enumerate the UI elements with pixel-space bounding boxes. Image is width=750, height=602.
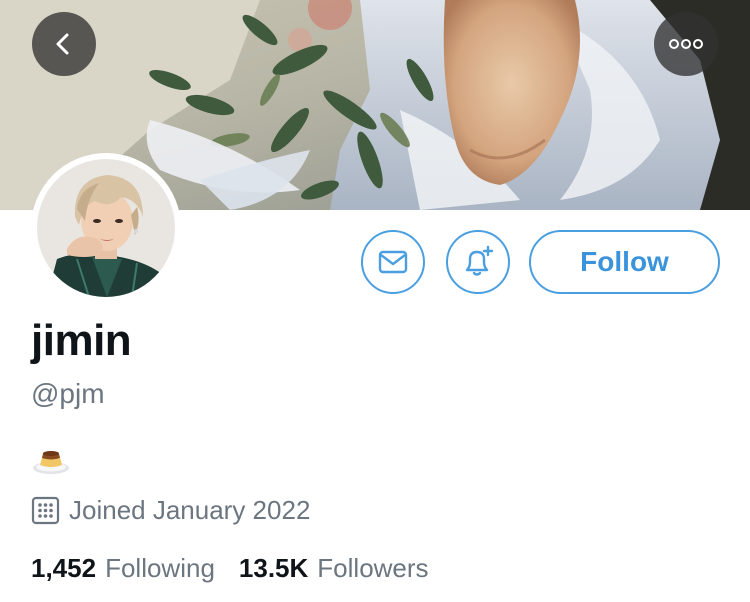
message-button[interactable] <box>361 230 425 294</box>
followers-count: 13.5K <box>238 553 309 583</box>
following-label: Following <box>105 553 215 583</box>
chevron-left-icon <box>56 33 69 55</box>
following-count: 1,452 <box>31 553 97 583</box>
avatar-photo <box>37 159 175 297</box>
more-dots-icon <box>669 39 703 49</box>
bell-plus-icon <box>465 245 494 276</box>
followers-label: Followers <box>317 553 429 583</box>
notifications-button[interactable] <box>446 230 510 294</box>
back-button[interactable] <box>32 12 96 76</box>
joined-date-row: Joined January 2022 <box>31 494 310 526</box>
more-options-button[interactable] <box>654 12 718 76</box>
joined-date: Joined January 2022 <box>69 494 311 525</box>
following-link[interactable]: 1,452 Following <box>31 553 215 584</box>
follow-stats: 1,452 Following 13.5K Followers <box>31 553 429 584</box>
custard-pudding-icon <box>31 446 71 476</box>
followers-link[interactable]: 13.5K Followers <box>239 553 429 584</box>
user-handle: @pjm <box>31 378 105 409</box>
profile-avatar[interactable] <box>31 153 181 303</box>
calendar-icon <box>31 496 60 524</box>
display-name: jimin <box>31 316 132 365</box>
mail-icon <box>378 250 408 274</box>
follow-button[interactable]: Follow <box>529 230 720 294</box>
